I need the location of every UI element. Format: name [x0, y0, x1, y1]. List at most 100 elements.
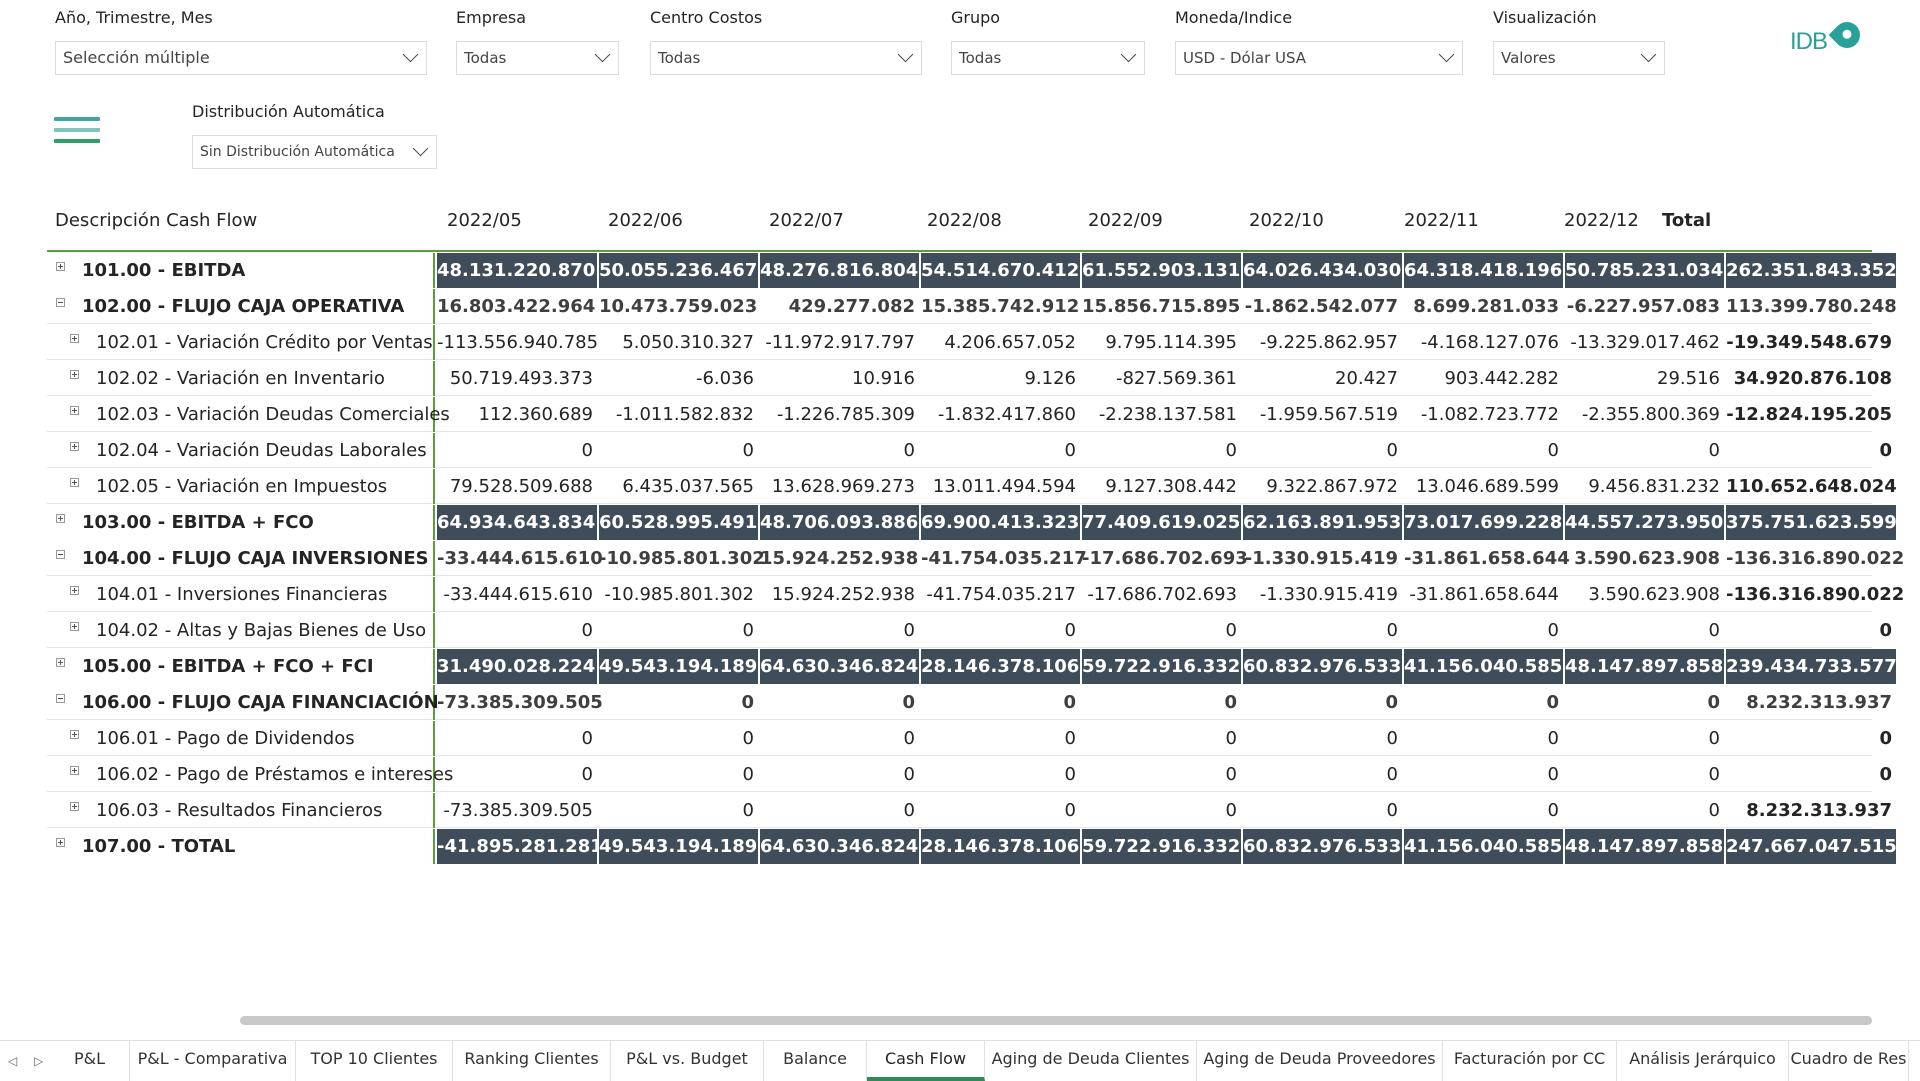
expand-icon[interactable]	[56, 262, 65, 271]
value-cell: 48.131.220.870	[437, 253, 599, 288]
value-cell: 13.011.494.594	[932, 476, 1076, 497]
value-cell: -1.832.417.860	[937, 404, 1076, 425]
collapse-icon[interactable]	[56, 550, 65, 559]
value-cell: -10.985.801.302	[599, 548, 765, 569]
tab-5[interactable]: Balance	[764, 1041, 867, 1081]
value-cell: 0	[1224, 692, 1237, 713]
filter-dropdown[interactable]: Todas	[951, 41, 1145, 75]
tab-scroll-left-icon[interactable]: ◁	[8, 1054, 17, 1068]
chevron-down-icon	[1120, 46, 1137, 63]
distribution-filter: Distribución Automática Sin Distribución…	[192, 101, 437, 169]
expand-icon[interactable]	[70, 478, 79, 487]
filter-dropdown[interactable]: Valores	[1493, 41, 1665, 75]
value-cell: -41.895.281.281	[437, 829, 603, 864]
row-label-text: 102.01 - Variación Crédito por Ventas	[96, 332, 433, 353]
column-header-total[interactable]: Total	[1662, 210, 1711, 231]
column-header-period[interactable]: 2022/10	[1249, 210, 1324, 231]
collapse-icon[interactable]	[56, 298, 65, 307]
column-header-period[interactable]: 2022/07	[769, 210, 844, 231]
expand-icon[interactable]	[56, 838, 65, 847]
value-cell: 3.590.623.908	[1588, 584, 1720, 605]
filter-0: Año, Trimestre, Mes Selección múltiple	[55, 7, 427, 75]
value-cell: 20.427	[1335, 368, 1398, 389]
tab-4[interactable]: P&L vs. Budget	[611, 1041, 764, 1081]
expand-icon[interactable]	[70, 622, 79, 631]
row-label: 104.01 - Inversiones Financieras	[47, 577, 435, 612]
distribution-dropdown[interactable]: Sin Distribución Automática	[192, 135, 437, 169]
column-header-period[interactable]: 2022/11	[1404, 210, 1479, 231]
total-cell: 34.920.876.108	[1733, 368, 1892, 389]
total-cell: -136.316.890.022	[1726, 548, 1905, 569]
table-row: 106.01 - Pago de Dividendos 0 0 0 0 0 0 0 0 0	[47, 721, 1892, 756]
expand-icon[interactable]	[70, 586, 79, 595]
value-cell: -1.226.785.309	[776, 404, 915, 425]
row-label: 102.01 - Variación Crédito por Ventas	[47, 325, 435, 360]
value-cell: 0	[1547, 440, 1559, 461]
value-cell: -1.011.582.832	[615, 404, 754, 425]
expand-icon[interactable]	[70, 334, 79, 343]
row-label: 106.00 - FLUJO CAJA FINANCIACIÓN	[47, 685, 439, 720]
expand-icon[interactable]	[56, 658, 65, 667]
column-header-description[interactable]: Descripción Cash Flow	[55, 210, 257, 231]
row-label-text: 102.02 - Variación en Inventario	[96, 368, 385, 389]
tab-0[interactable]: P&L	[50, 1041, 130, 1081]
value-cell: -1.082.723.772	[1420, 404, 1559, 425]
tab-11[interactable]: Cuadro de Res	[1789, 1041, 1909, 1081]
expand-icon[interactable]	[70, 766, 79, 775]
value-cell: -1.330.915.419	[1259, 584, 1398, 605]
tab-1[interactable]: P&L - Comparativa	[130, 1041, 296, 1081]
value-cell: 73.017.699.228	[1404, 505, 1565, 540]
column-header-period[interactable]: 2022/08	[927, 210, 1002, 231]
value-cell: 0	[903, 800, 915, 821]
row-label: 105.00 - EBITDA + FCO + FCI	[47, 649, 435, 684]
expand-icon[interactable]	[70, 442, 79, 451]
value-cell: 15.924.252.938	[771, 584, 915, 605]
column-header-period[interactable]: 2022/09	[1088, 210, 1163, 231]
value-cell: 54.514.670.412	[921, 253, 1082, 288]
idb-logo: IDB	[1790, 16, 1870, 60]
filter-dropdown[interactable]: Todas	[456, 41, 619, 75]
value-cell: 79.528.509.688	[449, 476, 593, 497]
tab-7[interactable]: Aging de Deuda Clientes	[985, 1041, 1197, 1081]
column-header-period[interactable]: 2022/05	[447, 210, 522, 231]
tab-8[interactable]: Aging de Deuda Proveedores	[1197, 1041, 1443, 1081]
value-cell: 0	[1063, 692, 1076, 713]
value-cell: 6.435.037.565	[622, 476, 754, 497]
expand-icon[interactable]	[56, 514, 65, 523]
total-cell: -12.824.195.205	[1726, 404, 1892, 425]
row-label-text: 102.05 - Variación en Impuestos	[96, 476, 388, 497]
expand-icon[interactable]	[70, 370, 79, 379]
value-cell: 0	[1225, 764, 1237, 785]
logo-drop-icon	[1828, 16, 1866, 54]
value-cell: 48.706.093.886	[760, 505, 921, 540]
tab-10[interactable]: Análisis Jerárquico	[1617, 1041, 1789, 1081]
filter-dropdown[interactable]: Todas	[650, 41, 922, 75]
menu-icon[interactable]	[54, 117, 100, 147]
total-cell: 113.399.780.248	[1726, 296, 1897, 317]
collapse-icon[interactable]	[56, 694, 65, 703]
value-cell: 0	[1708, 800, 1720, 821]
value-cell: 50.785.231.034	[1565, 253, 1726, 288]
expand-icon[interactable]	[70, 406, 79, 415]
value-cell: -13.329.017.462	[1570, 332, 1720, 353]
tab-2[interactable]: TOP 10 Clientes	[296, 1041, 453, 1081]
filter-dropdown[interactable]: USD - Dólar USA	[1175, 41, 1463, 75]
expand-icon[interactable]	[70, 730, 79, 739]
horizontal-scrollbar[interactable]	[240, 1016, 1872, 1025]
total-cell: 375.751.623.599	[1726, 505, 1898, 540]
tab-3[interactable]: Ranking Clientes	[453, 1041, 611, 1081]
value-cell: 0	[1546, 692, 1559, 713]
value-cell: -1.330.915.419	[1244, 548, 1398, 569]
filter-dropdown[interactable]: Selección múltiple	[55, 41, 427, 75]
tab-6[interactable]: Cash Flow	[867, 1041, 985, 1081]
filter-dropdown-value: Todas	[959, 49, 1002, 67]
total-cell: 262.351.843.352	[1726, 253, 1898, 288]
expand-icon[interactable]	[70, 802, 79, 811]
column-header-period[interactable]: 2022/06	[608, 210, 683, 231]
column-header-period[interactable]: 2022/12	[1564, 210, 1639, 231]
value-cell: 10.916	[852, 368, 915, 389]
table-row: 106.03 - Resultados Financieros -73.385.3…	[47, 793, 1892, 828]
tab-9[interactable]: Facturación por CC	[1443, 1041, 1617, 1081]
tab-scroll-right-icon[interactable]: ▷	[34, 1054, 43, 1068]
value-cell: 0	[742, 764, 754, 785]
